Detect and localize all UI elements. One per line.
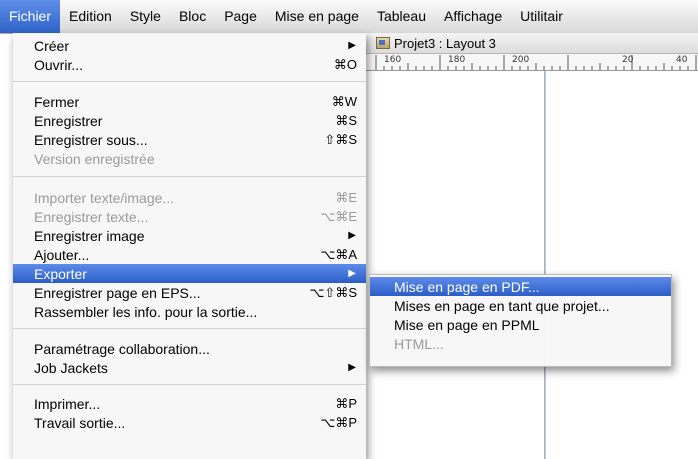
menu-item-shortcut: ⌥⌘P: [320, 414, 357, 430]
menu-item-fermer[interactable]: Fermer ⌘W: [13, 92, 366, 111]
menu-item-shortcut: ⇧⌘S: [324, 131, 357, 147]
exporter-submenu: Mise en page en PDF... Mises en page en …: [369, 274, 672, 367]
menu-item-enregistrer-image[interactable]: Enregistrer image ▶: [13, 226, 366, 245]
menu-item-label: Imprimer...: [34, 395, 101, 412]
menu-item-shortcut: ⌘S: [335, 112, 357, 128]
menu-item-shortcut: ⌥⌘E: [320, 208, 357, 224]
menu-item-label: HTML...: [394, 335, 444, 352]
horizontal-ruler[interactable]: 160 180 200 20 40: [366, 54, 698, 71]
menu-item-label: Mise en page en PDF...: [394, 278, 540, 295]
menu-item-shortcut: ⌘W: [331, 93, 357, 109]
document-titlebar[interactable]: Projet3 : Layout 3: [366, 33, 698, 54]
ruler-label: 160: [384, 55, 402, 65]
menu-item-ouvrir[interactable]: Ouvrir... ⌘O: [13, 55, 366, 74]
menu-item-enregistrer-eps[interactable]: Enregistrer page en EPS... ⌥⇧⌘S: [13, 283, 366, 302]
menu-item-label: Mises en page en tant que projet...: [394, 297, 610, 314]
menu-separator: [13, 81, 366, 82]
page-edge-guide: [544, 71, 546, 459]
menu-item-rassembler[interactable]: Rassembler les info. pour la sortie...: [13, 302, 366, 321]
menu-item-label: Enregistrer image: [34, 227, 145, 244]
menu-item-parametrage-collaboration[interactable]: Paramétrage collaboration...: [13, 339, 366, 358]
menu-bar: Fichier Edition Style Bloc Page Mise en …: [0, 0, 698, 34]
ruler-label: 200: [512, 55, 530, 65]
menu-item-shortcut: ⌘O: [333, 56, 357, 72]
menu-item-job-jackets[interactable]: Job Jackets ▶: [13, 358, 366, 377]
menu-item-shortcut: ⌥⌘A: [320, 246, 357, 262]
menu-item-label: Importer texte/image...: [34, 189, 175, 206]
menu-item-label: Exporter: [34, 265, 87, 282]
menu-edition[interactable]: Edition: [60, 0, 121, 33]
document-window: Projet3 : Layout 3 160 180 200 20 40: [366, 33, 698, 459]
menu-item-creer[interactable]: Créer ▶: [13, 36, 366, 55]
menu-item-label: Enregistrer texte...: [34, 208, 149, 225]
menu-item-label: Paramétrage collaboration...: [34, 340, 210, 357]
menu-item-label: Enregistrer: [34, 112, 103, 129]
menu-utilitaires[interactable]: Utilitair: [511, 0, 572, 33]
menu-item-ajouter[interactable]: Ajouter... ⌥⌘A: [13, 245, 366, 264]
ruler-ticks: [375, 55, 697, 70]
menu-page[interactable]: Page: [215, 0, 266, 33]
menu-bloc[interactable]: Bloc: [170, 0, 215, 33]
menu-item-label: Version enregistrée: [34, 150, 155, 167]
submenu-arrow-icon: ▶: [348, 268, 356, 279]
menu-item-enregistrer[interactable]: Enregistrer ⌘S: [13, 111, 366, 130]
menu-item-imprimer[interactable]: Imprimer... ⌘P: [13, 394, 366, 413]
menu-item-exporter[interactable]: Exporter ▶: [13, 264, 366, 283]
menu-item-enregistrer-texte: Enregistrer texte... ⌥⌘E: [13, 207, 366, 226]
menu-item-version-enregistree: Version enregistrée: [13, 149, 366, 168]
menu-mise-en-page[interactable]: Mise en page: [266, 0, 368, 33]
menu-separator: [13, 328, 366, 329]
fichier-menu: Créer ▶ Ouvrir... ⌘O Fermer ⌘W Enregistr…: [13, 33, 366, 459]
menu-item-label: Ouvrir...: [34, 56, 84, 73]
menu-item-label: Mise en page en PPML: [394, 316, 540, 333]
menu-style[interactable]: Style: [121, 0, 170, 33]
menu-item-label: Job Jackets: [34, 359, 108, 376]
menu-item-label: Travail sortie...: [34, 414, 126, 431]
menu-item-label: Rassembler les info. pour la sortie...: [34, 303, 258, 320]
menu-affichage[interactable]: Affichage: [435, 0, 511, 33]
menu-item-travail-sortie[interactable]: Travail sortie... ⌥⌘P: [13, 413, 366, 432]
menu-item-label: Enregistrer sous...: [34, 131, 148, 148]
submenu-arrow-icon: ▶: [348, 230, 356, 241]
submenu-arrow-icon: ▶: [348, 362, 356, 373]
menu-item-label: Ajouter...: [34, 246, 90, 263]
document-title: Projet3 : Layout 3: [394, 35, 496, 51]
menu-item-importer: Importer texte/image... ⌘E: [13, 188, 366, 207]
menu-item-shortcut: ⌘E: [335, 189, 357, 205]
menu-item-label: Créer: [34, 37, 70, 54]
menu-item-enregistrer-sous[interactable]: Enregistrer sous... ⇧⌘S: [13, 130, 366, 149]
menu-item-shortcut: ⌥⇧⌘S: [309, 284, 357, 300]
menu-separator: [13, 384, 366, 385]
document-icon: [376, 37, 390, 49]
menu-fichier[interactable]: Fichier: [0, 0, 61, 33]
menu-tableau[interactable]: Tableau: [368, 0, 435, 33]
menu-item-shortcut: ⌘P: [335, 395, 357, 411]
submenu-arrow-icon: ▶: [348, 40, 356, 51]
ruler-label: 20: [622, 55, 634, 65]
menu-item-html: HTML...: [370, 334, 671, 353]
menu-item-mises-en-page-projet[interactable]: Mises en page en tant que projet...: [370, 296, 671, 315]
menu-item-label: Enregistrer page en EPS...: [34, 284, 201, 301]
menu-item-label: Fermer: [34, 93, 80, 110]
ruler-label: 180: [448, 55, 466, 65]
menu-separator: [13, 176, 366, 177]
menu-item-mise-en-page-ppml[interactable]: Mise en page en PPML: [370, 315, 671, 334]
menu-item-mise-en-page-pdf[interactable]: Mise en page en PDF...: [370, 277, 671, 296]
ruler-label: 40: [676, 55, 688, 65]
